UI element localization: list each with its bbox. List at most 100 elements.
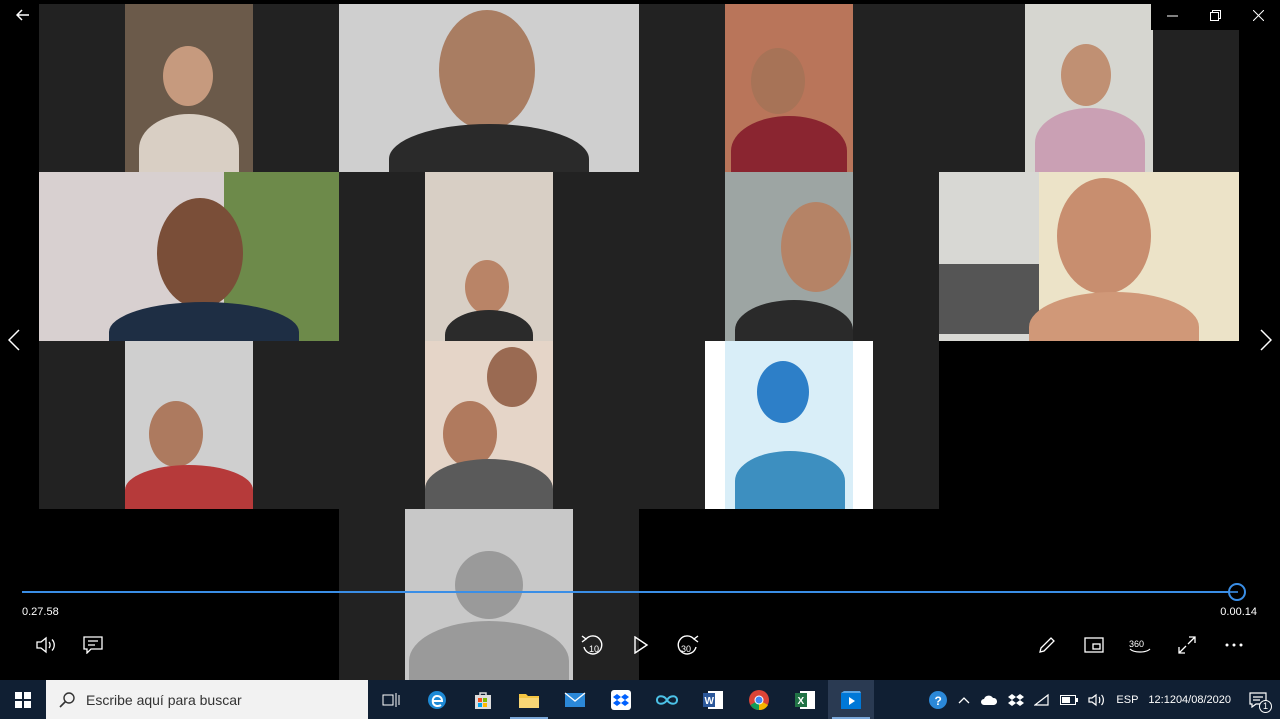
minimize-icon [1167, 15, 1178, 16]
chrome-icon [749, 689, 769, 710]
show-hidden-icons-button[interactable] [953, 680, 975, 719]
dropbox-icon [611, 689, 631, 710]
edit-button[interactable] [1033, 632, 1061, 658]
volume-button[interactable] [32, 632, 60, 658]
skip-forward-icon: 30 [677, 635, 699, 655]
more-options-button[interactable] [1220, 632, 1248, 658]
cloud-icon [981, 695, 998, 705]
search-box[interactable]: Escribe aquí para buscar [46, 680, 368, 719]
wifi-button[interactable] [1029, 680, 1055, 719]
taskbar-app-infinity[interactable] [644, 680, 690, 719]
volume-tray-button[interactable] [1083, 680, 1111, 719]
taskbar-app-excel[interactable]: X [782, 680, 828, 719]
edge-icon [428, 690, 446, 709]
mini-view-icon [1084, 637, 1104, 653]
play-button[interactable] [627, 632, 655, 658]
video-frame [0, 0, 1280, 680]
vr-360-icon: 360 [1129, 639, 1151, 653]
participant-tile [639, 172, 939, 341]
taskbar-app-chrome[interactable] [736, 680, 782, 719]
search-placeholder: Escribe aquí para buscar [86, 691, 242, 708]
skip-back-button[interactable]: 10 [579, 632, 607, 658]
volume-icon [36, 636, 55, 654]
vr-360-button[interactable]: 360 [1126, 632, 1154, 658]
skip-back-label: 10 [589, 644, 599, 654]
restore-button[interactable] [1194, 0, 1237, 30]
windows-logo-icon [15, 691, 31, 708]
elapsed-time: 0.27.58 [22, 606, 59, 618]
speaker-icon [1088, 693, 1105, 706]
wifi-icon [1034, 693, 1049, 706]
language-indicator[interactable]: ESP [1111, 680, 1143, 719]
chevron-up-icon [958, 696, 970, 703]
skip-back-icon: 10 [581, 635, 603, 655]
task-view-icon [382, 692, 400, 707]
clock[interactable]: 12:12 04/08/2020 [1143, 680, 1236, 719]
action-center-button[interactable]: 1 [1236, 680, 1280, 719]
participant-tile [639, 4, 939, 172]
help-icon: ? [929, 690, 948, 709]
dropbox-tray-icon [1008, 693, 1025, 706]
chevron-right-icon [1260, 329, 1272, 351]
participant-tile [339, 172, 639, 341]
previous-button[interactable] [2, 325, 26, 355]
clock-time: 12:12 [1148, 693, 1176, 706]
fullscreen-icon [1178, 636, 1196, 654]
mini-view-button[interactable] [1080, 632, 1108, 658]
back-button[interactable] [8, 4, 38, 26]
store-icon [475, 691, 491, 709]
close-icon [1253, 9, 1264, 21]
system-tray: ? ESP 12:12 04/08/2020 1 [923, 680, 1280, 719]
search-icon [59, 691, 75, 708]
taskbar-app-file-explorer[interactable] [506, 680, 552, 719]
participant-tile [939, 172, 1239, 341]
participant-tile [339, 4, 639, 172]
seek-thumb[interactable] [1227, 583, 1246, 601]
seek-bar[interactable] [22, 591, 1238, 593]
start-button[interactable] [0, 680, 46, 719]
video-player[interactable]: 0.27.58 0.00.14 10 30 360 [0, 0, 1280, 680]
taskbar-app-mail[interactable] [552, 680, 598, 719]
next-button[interactable] [1254, 325, 1278, 355]
pencil-icon [1039, 637, 1055, 653]
more-icon [1225, 643, 1243, 647]
close-button[interactable] [1237, 0, 1280, 30]
battery-button[interactable] [1055, 680, 1083, 719]
folder-icon [519, 693, 539, 708]
minimize-button[interactable] [1151, 0, 1194, 30]
participant-tile [39, 4, 339, 172]
skip-forward-label: 30 [681, 644, 691, 654]
taskbar-app-word[interactable]: W [690, 680, 736, 719]
restore-icon [1210, 9, 1221, 21]
battery-icon [1060, 694, 1079, 705]
word-icon: W [703, 690, 723, 709]
svg-text:?: ? [935, 694, 942, 708]
fullscreen-button[interactable] [1173, 632, 1201, 658]
help-button[interactable]: ? [923, 680, 953, 719]
onedrive-button[interactable] [975, 680, 1003, 719]
task-view-button[interactable] [368, 680, 414, 719]
participant-tile [39, 341, 339, 509]
excel-icon: X [795, 690, 815, 709]
taskbar-app-store[interactable] [460, 680, 506, 719]
infinity-icon [655, 694, 679, 705]
taskbar: Escribe aquí para buscar W X ? ESP 12:12… [0, 680, 1280, 719]
window-controls [1151, 0, 1280, 30]
notification-count: 1 [1259, 700, 1272, 713]
chevron-left-icon [8, 329, 20, 351]
subtitles-button[interactable] [79, 632, 107, 658]
svg-text:W: W [705, 696, 715, 707]
participant-tile [39, 172, 339, 341]
mail-icon [564, 691, 586, 707]
taskbar-app-movies-tv[interactable] [828, 680, 874, 719]
back-arrow-icon [16, 9, 29, 21]
vr-360-label: 360 [1129, 639, 1144, 649]
skip-forward-button[interactable]: 30 [673, 632, 701, 658]
remaining-time: 0.00.14 [1220, 606, 1257, 618]
clock-date: 04/08/2020 [1175, 693, 1231, 706]
dropbox-tray-button[interactable] [1003, 680, 1029, 719]
taskbar-app-edge[interactable] [414, 680, 460, 719]
subtitles-icon [83, 636, 103, 654]
participant-tile [639, 341, 939, 509]
taskbar-app-dropbox[interactable] [598, 680, 644, 719]
